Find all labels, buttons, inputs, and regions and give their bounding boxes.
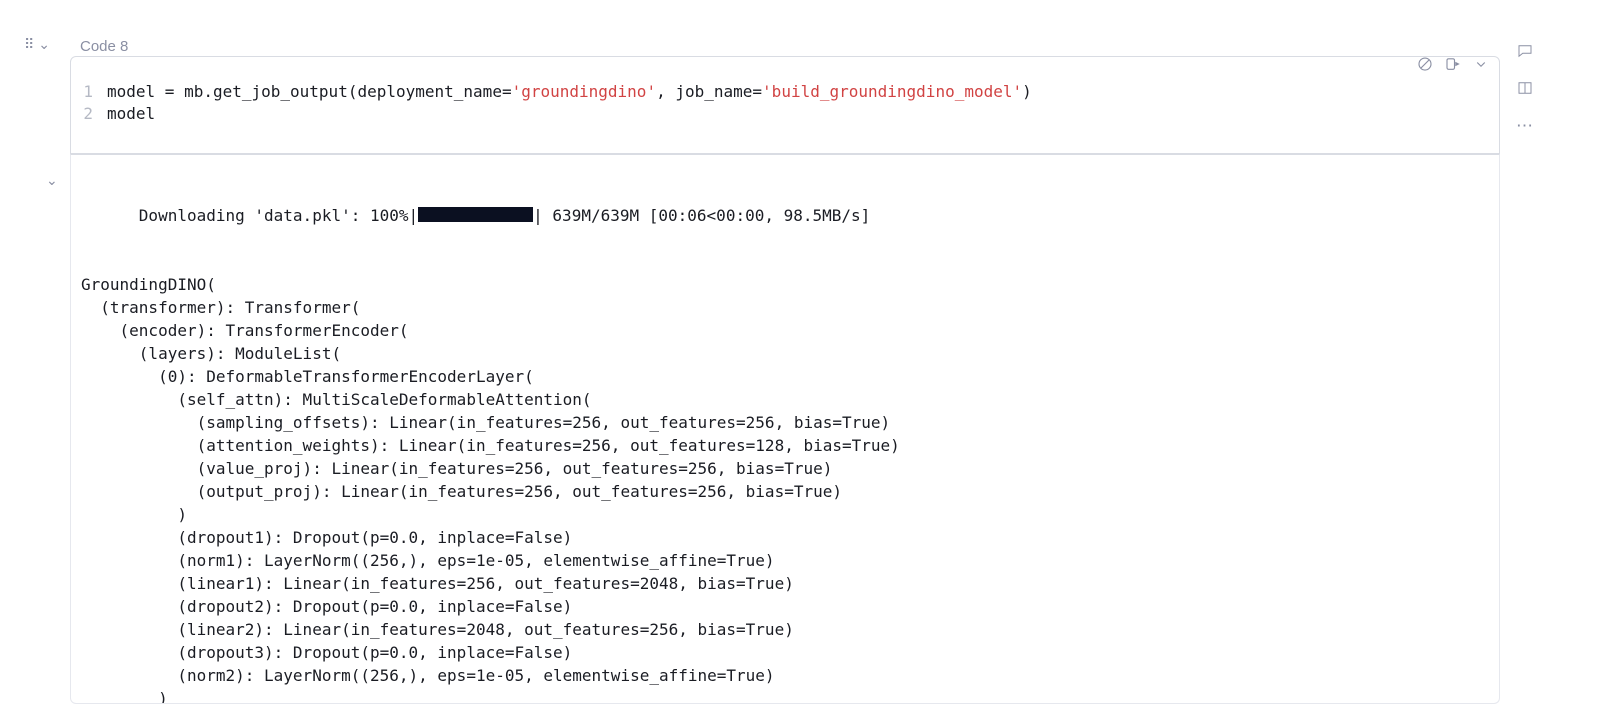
output-line: (dropout2): Dropout(p=0.0, inplace=False… xyxy=(81,595,1489,618)
code-cell-input[interactable]: 1model = mb.get_job_output(deployment_na… xyxy=(70,56,1500,154)
run-cell-button[interactable] xyxy=(1444,55,1462,73)
output-line xyxy=(81,250,1489,273)
add-comment-button[interactable] xyxy=(1516,42,1534,65)
clear-output-button[interactable] xyxy=(1416,55,1434,73)
output-line: (dropout1): Dropout(p=0.0, inplace=False… xyxy=(81,526,1489,549)
download-suffix: | 639M/639M [00:06<00:00, 98.5MB/s] xyxy=(533,206,870,225)
output-line: GroundingDINO( xyxy=(81,273,1489,296)
run-play-icon xyxy=(1444,55,1462,73)
line-number: 1 xyxy=(71,81,107,103)
output-line: (dropout3): Dropout(p=0.0, inplace=False… xyxy=(81,641,1489,664)
output-line: (norm2): LayerNorm((256,), eps=1e-05, el… xyxy=(81,664,1489,687)
collapse-output-chevron-icon[interactable]: ⌄ xyxy=(46,172,58,189)
output-line: (linear1): Linear(in_features=256, out_f… xyxy=(81,572,1489,595)
cell-toolbar xyxy=(1416,55,1490,73)
code-line[interactable]: model xyxy=(107,103,155,125)
output-line: (output_proj): Linear(in_features=256, o… xyxy=(81,480,1489,503)
output-line: (encoder): TransformerEncoder( xyxy=(81,319,1489,342)
cell-drag-handle-icon[interactable]: ⠿ xyxy=(24,36,34,53)
output-line: (self_attn): MultiScaleDeformableAttenti… xyxy=(81,388,1489,411)
output-line: ) xyxy=(81,687,1489,704)
output-line: (sampling_offsets): Linear(in_features=2… xyxy=(81,411,1489,434)
output-line: (value_proj): Linear(in_features=256, ou… xyxy=(81,457,1489,480)
output-line: (linear2): Linear(in_features=2048, out_… xyxy=(81,618,1489,641)
output-line: (layers): ModuleList( xyxy=(81,342,1489,365)
cell-label: Code 8 xyxy=(80,38,128,55)
download-progress-line: Downloading 'data.pkl': 100%| | 639M/639M… xyxy=(81,181,1489,250)
output-line: (0): DeformableTransformerEncoderLayer( xyxy=(81,365,1489,388)
model-repr-output: GroundingDINO( (transformer): Transforme… xyxy=(81,250,1489,704)
comment-icon xyxy=(1516,42,1534,60)
cell-output: Downloading 'data.pkl': 100%| | 639M/639M… xyxy=(70,154,1500,704)
split-panel-icon xyxy=(1516,79,1534,97)
more-actions-button[interactable]: ⋯ xyxy=(1516,116,1534,136)
run-options-chevron-icon[interactable] xyxy=(1472,55,1490,73)
line-number: 2 xyxy=(71,103,107,125)
cell-side-toolbar: ⋯ xyxy=(1516,42,1534,136)
split-view-button[interactable] xyxy=(1516,79,1534,102)
slash-circle-icon xyxy=(1416,55,1434,73)
output-line: (attention_weights): Linear(in_features=… xyxy=(81,434,1489,457)
output-line: (norm1): LayerNorm((256,), eps=1e-05, el… xyxy=(81,549,1489,572)
output-line: ) xyxy=(81,503,1489,526)
collapse-input-chevron-icon[interactable]: ⌄ xyxy=(38,36,50,53)
output-line: (transformer): Transformer( xyxy=(81,296,1489,319)
progress-bar-fill xyxy=(418,207,533,222)
code-line[interactable]: model = mb.get_job_output(deployment_nam… xyxy=(107,81,1032,103)
download-prefix: Downloading 'data.pkl': 100%| xyxy=(139,206,418,225)
